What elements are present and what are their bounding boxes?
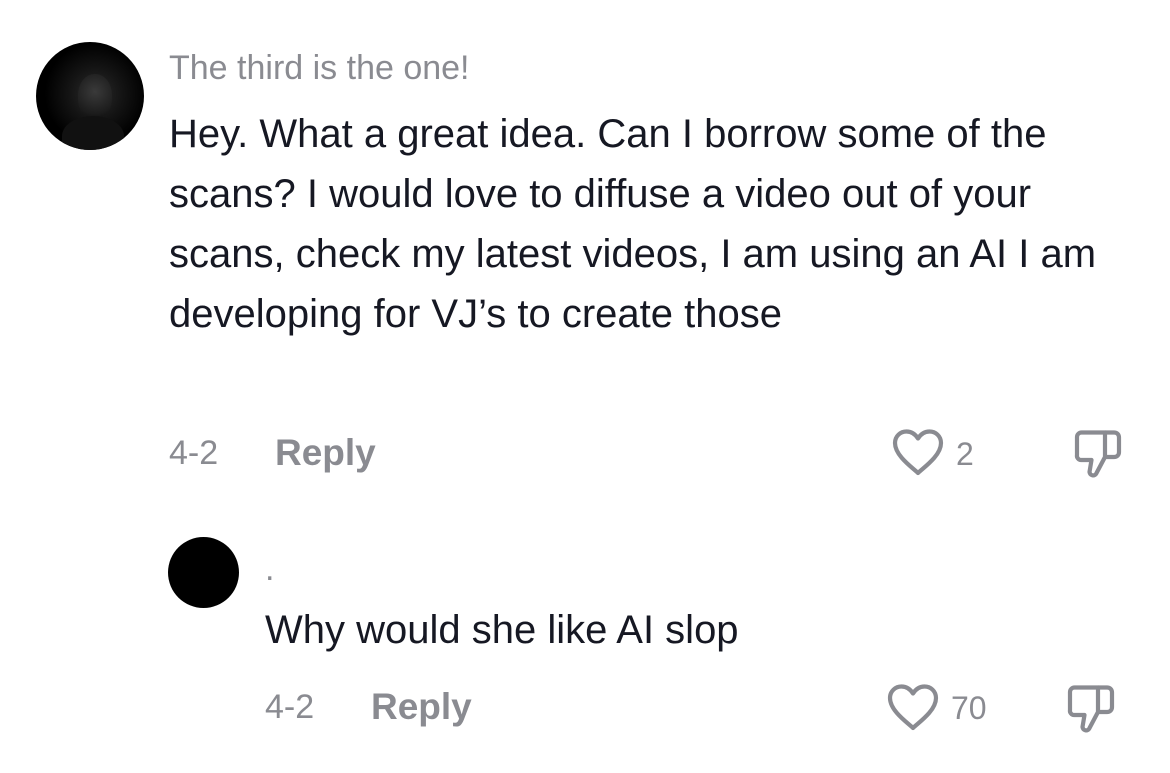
dislike-button[interactable] bbox=[1064, 684, 1118, 734]
comment-username[interactable]: . bbox=[265, 552, 274, 586]
like-button[interactable] bbox=[886, 683, 940, 731]
comment-text: Hey. What a great idea. Can I borrow som… bbox=[169, 112, 1097, 336]
thumbs-down-outline-icon bbox=[1074, 430, 1122, 478]
avatar[interactable] bbox=[168, 537, 239, 608]
dislike-button[interactable] bbox=[1071, 429, 1125, 479]
like-count: 70 bbox=[951, 690, 987, 726]
avatar-shoulders bbox=[62, 116, 124, 150]
avatar-face bbox=[78, 74, 112, 118]
comment-date: 4-2 bbox=[169, 434, 219, 472]
like-button[interactable] bbox=[891, 428, 945, 476]
thumbs-down-outline-icon bbox=[1067, 685, 1115, 733]
like-count: 2 bbox=[956, 436, 974, 472]
comment-text: Why would she like AI slop bbox=[265, 608, 739, 652]
heart-outline-icon bbox=[892, 429, 944, 476]
reply-button[interactable]: Reply bbox=[275, 434, 376, 471]
reply-button[interactable]: Reply bbox=[371, 688, 472, 725]
comment-date: 4-2 bbox=[265, 688, 315, 726]
comment-username[interactable]: The third is the one! bbox=[169, 51, 470, 85]
avatar[interactable] bbox=[36, 42, 144, 150]
heart-outline-icon bbox=[887, 684, 939, 731]
